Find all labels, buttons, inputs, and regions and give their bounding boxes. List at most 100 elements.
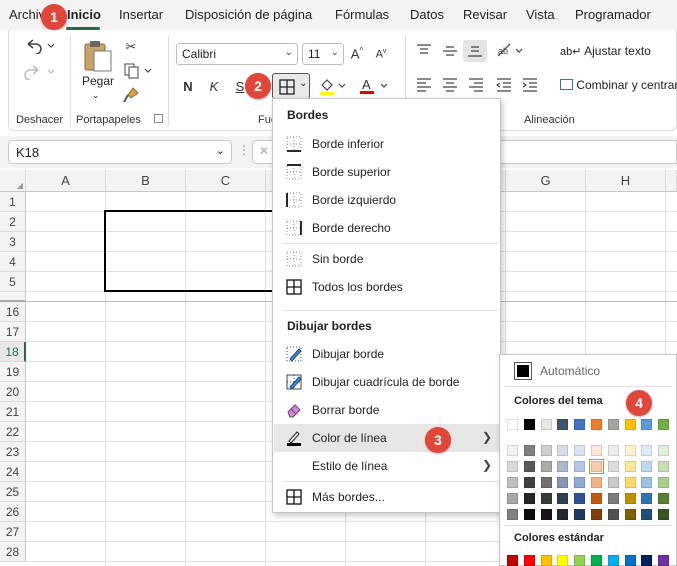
theme-shade-swatch[interactable] (589, 459, 604, 474)
tab-vista[interactable]: Vista (526, 7, 555, 22)
standard-color-swatch[interactable] (607, 555, 619, 566)
align-bottom-button[interactable] (463, 40, 487, 62)
font-size-select[interactable]: 11 ⌄ (302, 43, 344, 65)
align-left-icon[interactable] (416, 78, 432, 92)
decrease-indent-icon[interactable] (496, 78, 512, 92)
theme-shade-swatch[interactable] (607, 461, 619, 472)
row-header[interactable]: 26 (0, 502, 26, 522)
row-header[interactable]: 25 (0, 482, 26, 502)
theme-color-swatch[interactable] (557, 419, 569, 430)
theme-shade-swatch[interactable] (574, 477, 586, 488)
standard-color-swatch[interactable] (574, 555, 586, 566)
theme-shade-swatch[interactable] (540, 461, 552, 472)
standard-color-swatch[interactable] (624, 555, 636, 566)
theme-color-swatch[interactable] (624, 419, 636, 430)
theme-shade-swatch[interactable] (658, 477, 670, 488)
copy-button[interactable] (122, 62, 154, 80)
align-right-icon[interactable] (468, 78, 484, 92)
automatic-label[interactable]: Automático (540, 364, 600, 378)
column-header[interactable]: A (26, 170, 106, 192)
menu-item-line-color[interactable]: Color de línea ❯ (274, 424, 500, 452)
theme-color-swatch[interactable] (641, 419, 653, 430)
row-header[interactable]: 16 (0, 302, 26, 322)
menu-item-all-borders[interactable]: Todos los bordes (274, 273, 500, 301)
menu-item-right-border[interactable]: Borde derecho (274, 214, 500, 242)
theme-shade-swatch[interactable] (507, 477, 518, 488)
theme-shade-swatch[interactable] (523, 509, 535, 520)
theme-shade-swatch[interactable] (658, 461, 670, 472)
merge-center-button[interactable]: Combinar y centrar (560, 78, 677, 92)
theme-shade-swatch[interactable] (557, 493, 569, 504)
theme-shade-swatch[interactable] (523, 477, 535, 488)
orientation-icon[interactable]: ab (496, 42, 526, 60)
tab-insertar[interactable]: Insertar (119, 7, 163, 22)
row-header[interactable]: 5 (0, 272, 26, 292)
borders-dropdown-button[interactable]: ⌄ (272, 73, 310, 99)
increase-font-button[interactable]: A^ (348, 44, 366, 64)
menu-item-erase-border[interactable]: Borrar borde (274, 396, 500, 424)
row-header[interactable]: 24 (0, 462, 26, 482)
row-header[interactable]: 1 (0, 192, 26, 212)
tab-revisar[interactable]: Revisar (463, 7, 507, 22)
theme-shade-swatch[interactable] (624, 477, 636, 488)
theme-shade-swatch[interactable] (591, 509, 602, 520)
row-header[interactable]: 22 (0, 422, 26, 442)
theme-shade-swatch[interactable] (641, 509, 653, 520)
cancel-icon[interactable]: ✕ (259, 144, 269, 158)
theme-shade-swatch[interactable] (607, 445, 619, 456)
theme-shade-swatch[interactable] (591, 445, 602, 456)
format-painter-button[interactable] (122, 86, 140, 104)
align-center-icon[interactable] (442, 78, 458, 92)
theme-shade-swatch[interactable] (507, 445, 518, 456)
menu-item-no-border[interactable]: Sin borde (274, 245, 500, 273)
column-header[interactable]: C (186, 170, 266, 192)
align-middle-icon[interactable] (442, 44, 458, 58)
theme-shade-swatch[interactable] (607, 493, 619, 504)
automatic-color-swatch[interactable] (514, 362, 532, 380)
theme-shade-swatch[interactable] (540, 477, 552, 488)
tab-programador[interactable]: Programador (575, 7, 651, 22)
font-name-select[interactable]: Calibri ⌄ (176, 43, 298, 65)
tab-formulas[interactable]: Fórmulas (335, 7, 389, 22)
column-header[interactable]: H (586, 170, 666, 192)
row-header[interactable]: 20 (0, 382, 26, 402)
row-header[interactable]: 3 (0, 232, 26, 252)
theme-shade-swatch[interactable] (574, 493, 586, 504)
theme-shade-swatch[interactable] (658, 445, 670, 456)
theme-shade-swatch[interactable] (523, 461, 535, 472)
font-color-button[interactable]: A (358, 76, 390, 96)
menu-item-draw-border-grid[interactable]: Dibujar cuadrícula de borde (274, 368, 500, 396)
theme-color-swatch[interactable] (574, 419, 586, 430)
menu-item-top-border[interactable]: Borde superior (274, 158, 500, 186)
theme-shade-swatch[interactable] (507, 461, 518, 472)
standard-color-swatch[interactable] (658, 555, 670, 566)
standard-color-swatch[interactable] (507, 555, 518, 566)
theme-shade-swatch[interactable] (641, 445, 653, 456)
row-header[interactable]: 19 (0, 362, 26, 382)
theme-shade-swatch[interactable] (557, 461, 569, 472)
theme-shade-swatch[interactable] (523, 445, 535, 456)
standard-color-swatch[interactable] (557, 555, 569, 566)
tab-inicio[interactable]: Inicio (67, 7, 101, 22)
chevron-down-icon[interactable]: ⌄ (92, 90, 100, 101)
theme-shade-swatch[interactable] (591, 477, 602, 488)
theme-shade-swatch[interactable] (624, 493, 636, 504)
theme-shade-swatch[interactable] (658, 493, 670, 504)
theme-shade-swatch[interactable] (557, 445, 569, 456)
theme-shade-swatch[interactable] (641, 461, 653, 472)
bold-button[interactable]: N (180, 76, 196, 96)
column-header[interactable]: B (106, 170, 186, 192)
fill-color-button[interactable] (318, 76, 348, 96)
theme-shade-swatch[interactable] (607, 509, 619, 520)
select-all-corner[interactable]: ◢ (0, 170, 26, 192)
theme-shade-swatch[interactable] (574, 509, 586, 520)
theme-shade-swatch[interactable] (507, 493, 518, 504)
theme-shade-swatch[interactable] (557, 477, 569, 488)
theme-shade-swatch[interactable] (540, 509, 552, 520)
standard-color-swatch[interactable] (540, 555, 552, 566)
theme-shade-swatch[interactable] (624, 509, 636, 520)
theme-color-swatch[interactable] (540, 419, 552, 430)
standard-color-swatch[interactable] (523, 555, 535, 566)
theme-shade-swatch[interactable] (557, 509, 569, 520)
row-header[interactable]: 23 (0, 442, 26, 462)
